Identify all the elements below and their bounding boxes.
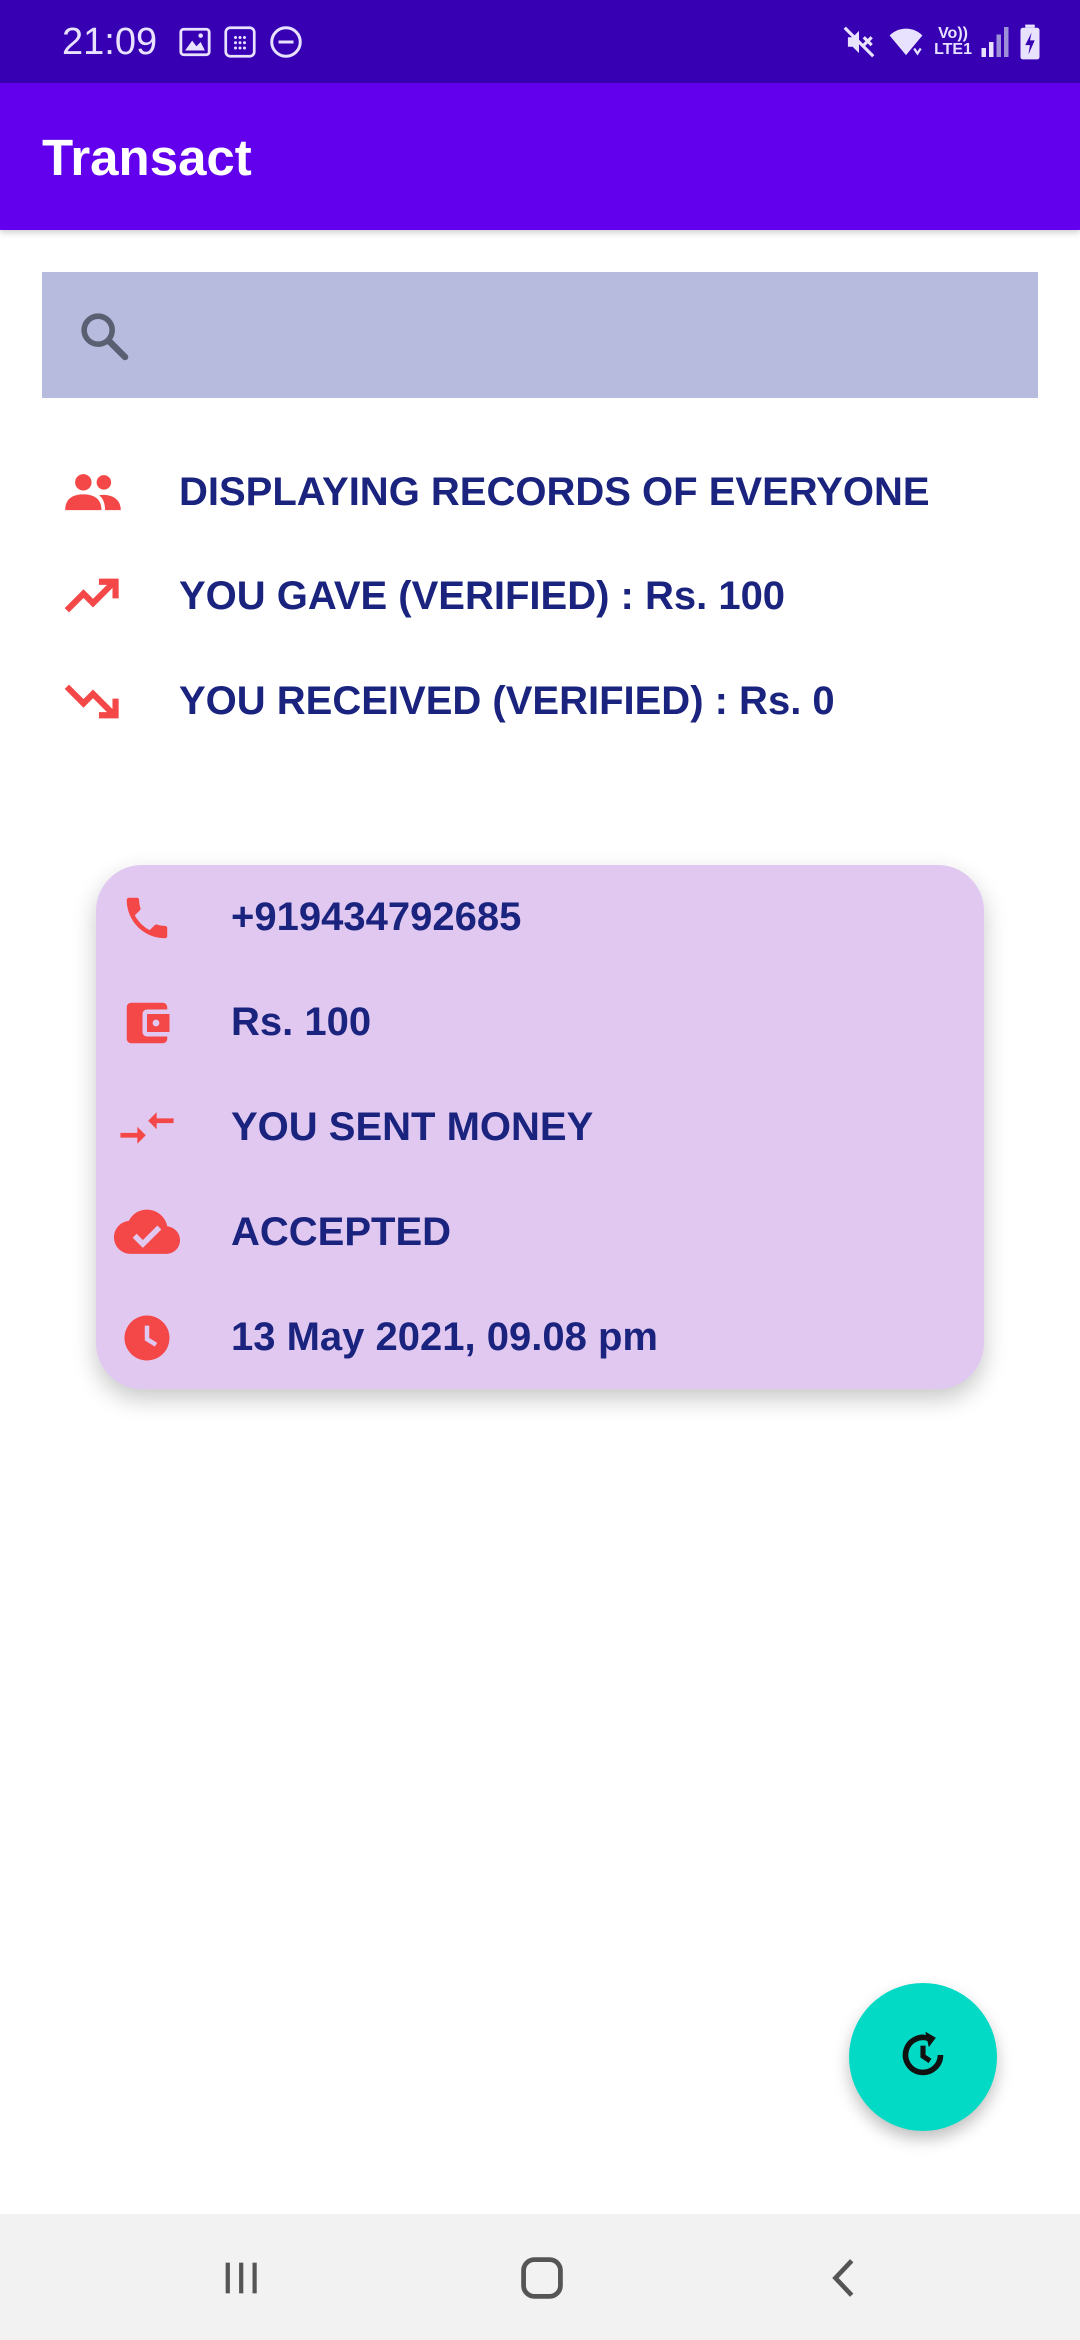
system-nav-bar: [0, 2214, 1080, 2340]
status-time: 21:09: [62, 21, 158, 63]
transaction-amount-row: Rs. 100: [96, 982, 984, 1062]
trending-up-icon: [62, 565, 124, 627]
search-bar[interactable]: [42, 272, 1038, 398]
compare-arrows-icon: [112, 1095, 182, 1161]
summary-row-received: YOU RECEIVED (VERIFIED) : Rs. 0: [62, 666, 835, 736]
people-icon: [62, 461, 124, 523]
back-icon[interactable]: [805, 2240, 885, 2316]
volte-lte-icon: Vo)) LTE1: [934, 26, 972, 58]
status-icons-right: Vo)) LTE1: [840, 20, 1042, 64]
transaction-status: ACCEPTED: [231, 1210, 452, 1254]
recent-apps-icon[interactable]: [201, 2240, 281, 2316]
battery-charging-icon: [1018, 23, 1042, 61]
transaction-datetime-row: 13 May 2021, 09.08 pm: [96, 1297, 984, 1377]
home-icon[interactable]: [502, 2240, 582, 2316]
transaction-phone-row: +919434792685: [96, 877, 984, 957]
trending-down-icon: [62, 670, 124, 732]
summary-received-text: YOU RECEIVED (VERIFIED) : Rs. 0: [179, 679, 835, 723]
app-bar: Transact: [0, 83, 1080, 230]
transaction-datetime: 13 May 2021, 09.08 pm: [231, 1315, 658, 1359]
summary-gave-text: YOU GAVE (VERIFIED) : Rs. 100: [179, 574, 786, 618]
app-title: Transact: [42, 129, 252, 186]
transaction-direction-row: YOU SENT MONEY: [96, 1087, 984, 1167]
lte-label: LTE1: [934, 41, 972, 58]
signal-icon: [980, 24, 1010, 60]
image-icon: [178, 25, 212, 59]
search-icon[interactable]: [76, 308, 132, 364]
refresh-history-icon: [895, 2027, 951, 2088]
summary-scope-text: DISPLAYING RECORDS OF EVERYONE: [179, 470, 930, 514]
summary-row-gave: YOU GAVE (VERIFIED) : Rs. 100: [62, 561, 785, 631]
transaction-amount: Rs. 100: [231, 1000, 372, 1044]
clock-icon: [112, 1305, 182, 1371]
wifi-icon: [886, 24, 926, 60]
mute-icon: [840, 23, 878, 61]
search-input[interactable]: [162, 300, 1006, 372]
status-bar: 21:09 Vo)) LTE1: [0, 0, 1080, 83]
transaction-status-row: ACCEPTED: [96, 1192, 984, 1272]
cloud-done-icon: [112, 1200, 182, 1266]
phone-icon: [112, 885, 182, 951]
history-refresh-fab[interactable]: [849, 1983, 997, 2131]
status-icons-left: [178, 22, 304, 62]
wallet-icon: [112, 990, 182, 1056]
volte-label: Vo)): [938, 25, 968, 42]
do-not-disturb-icon: [268, 24, 304, 60]
transaction-phone: +919434792685: [231, 895, 522, 939]
summary-row-scope: DISPLAYING RECORDS OF EVERYONE: [62, 457, 930, 527]
transaction-card[interactable]: +919434792685 Rs. 100 YOU SENT MONEY ACC…: [96, 865, 984, 1389]
transaction-direction: YOU SENT MONEY: [231, 1105, 594, 1149]
calculator-icon: [222, 24, 258, 60]
